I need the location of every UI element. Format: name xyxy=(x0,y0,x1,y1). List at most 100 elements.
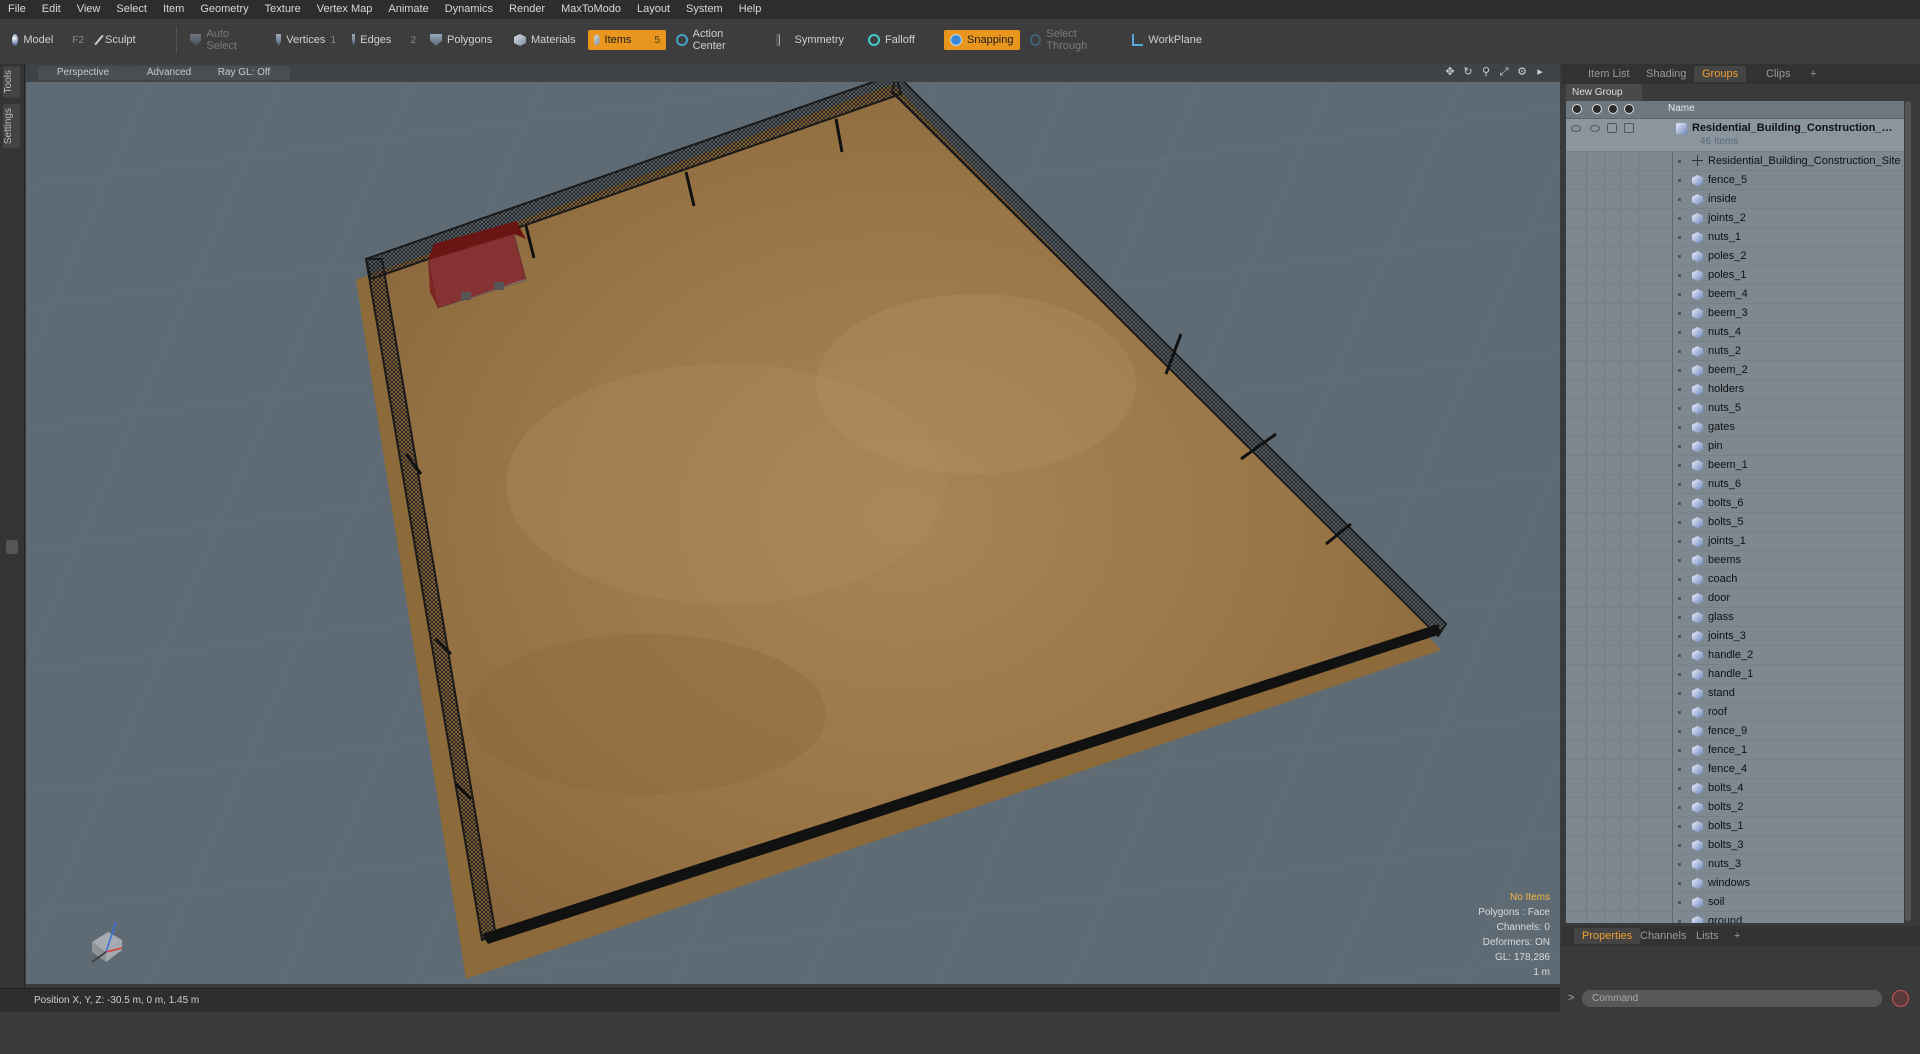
tree-row-item[interactable]: bolts_2 xyxy=(1566,798,1904,817)
tab-clips[interactable]: Clips xyxy=(1758,66,1798,82)
tree-row-item[interactable]: fence_9 xyxy=(1566,722,1904,741)
sculpt-button[interactable]: Sculpt xyxy=(92,30,168,50)
zoom-icon[interactable]: ⚲ xyxy=(1480,66,1492,78)
tree-row-item[interactable]: joints_1 xyxy=(1566,532,1904,551)
menu-layout[interactable]: Layout xyxy=(629,0,678,19)
edges-button[interactable]: Edges 2 xyxy=(346,30,422,50)
menu-edit[interactable]: Edit xyxy=(34,0,69,19)
tree-row-item[interactable]: nuts_1 xyxy=(1566,228,1904,247)
select-column-icon[interactable] xyxy=(1624,104,1634,114)
tree-row-item[interactable]: stand xyxy=(1566,684,1904,703)
tree-row-item[interactable]: handle_2 xyxy=(1566,646,1904,665)
materials-button[interactable]: Materials xyxy=(508,30,586,50)
tree-scrollbar[interactable] xyxy=(1904,101,1912,923)
tree-row-item[interactable]: nuts_3 xyxy=(1566,855,1904,874)
tree-row-item[interactable]: pin xyxy=(1566,437,1904,456)
tree-row-item[interactable]: ground xyxy=(1566,912,1904,923)
tree-row-item[interactable]: gates xyxy=(1566,418,1904,437)
falloff-button[interactable]: Falloff xyxy=(862,30,936,50)
workplane-button[interactable]: WorkPlane xyxy=(1126,30,1208,50)
select-checkbox[interactable] xyxy=(1624,123,1634,133)
record-icon[interactable] xyxy=(1892,990,1909,1007)
tab-add[interactable]: + xyxy=(1802,66,1824,82)
tree-row-item[interactable]: joints_2 xyxy=(1566,209,1904,228)
tab-channels[interactable]: Channels xyxy=(1632,928,1694,944)
select-through-button[interactable]: Select Through xyxy=(1024,28,1120,52)
tree-row-item[interactable]: beem_1 xyxy=(1566,456,1904,475)
tree-row-item[interactable]: bolts_1 xyxy=(1566,817,1904,836)
tree-row-locator[interactable]: Residential_Building_Construction_Site xyxy=(1566,152,1904,171)
tab-properties[interactable]: Properties xyxy=(1574,928,1641,944)
command-input[interactable]: Command xyxy=(1582,990,1882,1007)
tree-row-item[interactable]: fence_4 xyxy=(1566,760,1904,779)
tab-item-list[interactable]: Item List xyxy=(1580,66,1638,82)
tree-row-item[interactable]: beem_2 xyxy=(1566,361,1904,380)
items-button[interactable]: Items 5 xyxy=(588,30,666,50)
tree-row-item[interactable]: door xyxy=(1566,589,1904,608)
tab-groups[interactable]: Groups xyxy=(1694,66,1747,82)
menu-geometry[interactable]: Geometry xyxy=(192,0,256,19)
rotate-icon[interactable]: ↻ xyxy=(1462,66,1474,78)
raygl-dropdown[interactable]: Ray GL: Off xyxy=(198,66,290,80)
tree-row-item[interactable]: coach xyxy=(1566,570,1904,589)
tree-row-item[interactable]: nuts_6 xyxy=(1566,475,1904,494)
snapping-button[interactable]: Snapping xyxy=(944,30,1020,50)
menu-vertex-map[interactable]: Vertex Map xyxy=(309,0,381,19)
tree-row-item[interactable]: beem_4 xyxy=(1566,285,1904,304)
tree-row-item[interactable]: nuts_4 xyxy=(1566,323,1904,342)
tree-row-item[interactable]: beems xyxy=(1566,551,1904,570)
lock-checkbox[interactable] xyxy=(1607,123,1617,133)
visibility-column-icon[interactable] xyxy=(1572,104,1582,114)
tree-row-item[interactable]: windows xyxy=(1566,874,1904,893)
render-column-icon[interactable] xyxy=(1592,104,1602,114)
gear-icon[interactable]: ⚙ xyxy=(1516,66,1528,78)
3d-viewport[interactable]: Perspective Advanced Ray GL: Off ✥ ↻ ⚲ ⤢… xyxy=(26,64,1560,984)
lock-column-icon[interactable] xyxy=(1608,104,1618,114)
menu-animate[interactable]: Animate xyxy=(380,0,436,19)
menu-item[interactable]: Item xyxy=(155,0,192,19)
tree-row-item[interactable]: bolts_6 xyxy=(1566,494,1904,513)
tree-row-item[interactable]: beem_3 xyxy=(1566,304,1904,323)
menu-dynamics[interactable]: Dynamics xyxy=(437,0,501,19)
auto-select-button[interactable]: Auto Select xyxy=(184,28,266,52)
tab-add-bottom[interactable]: + xyxy=(1726,928,1748,944)
menu-system[interactable]: System xyxy=(678,0,731,19)
group-root-row[interactable]: Residential_Building_Construction_Site 4… xyxy=(1566,119,1904,152)
symmetry-button[interactable]: Symmetry xyxy=(770,30,850,50)
menu-texture[interactable]: Texture xyxy=(257,0,309,19)
left-strip-handle[interactable] xyxy=(6,540,18,554)
action-center-button[interactable]: Action Center xyxy=(670,28,762,52)
tab-settings[interactable]: Settings xyxy=(3,104,20,149)
tab-shading[interactable]: Shading xyxy=(1638,66,1694,82)
tree-row-item[interactable]: holders xyxy=(1566,380,1904,399)
tree-row-item[interactable]: glass xyxy=(1566,608,1904,627)
tree-row-item[interactable]: soil xyxy=(1566,893,1904,912)
tree-row-item[interactable]: nuts_5 xyxy=(1566,399,1904,418)
tab-lists[interactable]: Lists xyxy=(1688,928,1727,944)
tree-row-item[interactable]: fence_1 xyxy=(1566,741,1904,760)
tree-row-item[interactable]: bolts_3 xyxy=(1566,836,1904,855)
tree-row-item[interactable]: nuts_2 xyxy=(1566,342,1904,361)
render-eye-icon[interactable] xyxy=(1590,125,1600,132)
menu-help[interactable]: Help xyxy=(731,0,770,19)
scrollbar-thumb[interactable] xyxy=(1905,101,1911,921)
menu-maxtomodo[interactable]: MaxToModo xyxy=(553,0,629,19)
tree-row-item[interactable]: poles_2 xyxy=(1566,247,1904,266)
name-column-header[interactable]: Name xyxy=(1668,103,1695,114)
polygons-button[interactable]: Polygons xyxy=(424,30,500,50)
new-group-button[interactable]: New Group xyxy=(1566,84,1642,101)
menu-render[interactable]: Render xyxy=(501,0,553,19)
tree-row-item[interactable]: joints_3 xyxy=(1566,627,1904,646)
menu-view[interactable]: View xyxy=(69,0,109,19)
tree-row-item[interactable]: roof xyxy=(1566,703,1904,722)
expand-arrow-icon[interactable]: ▸ xyxy=(1534,66,1546,78)
tree-row-item[interactable]: poles_1 xyxy=(1566,266,1904,285)
vertices-button[interactable]: Vertices 1 xyxy=(270,30,342,50)
tree-row-item[interactable]: fence_5 xyxy=(1566,171,1904,190)
menu-file[interactable]: File xyxy=(0,0,34,19)
pan-icon[interactable]: ✥ xyxy=(1444,66,1456,78)
tab-tools[interactable]: Tools xyxy=(3,66,20,98)
model-button[interactable]: Model F2 xyxy=(6,30,90,50)
view-mode-dropdown[interactable]: Perspective xyxy=(38,66,128,80)
menu-select[interactable]: Select xyxy=(108,0,155,19)
